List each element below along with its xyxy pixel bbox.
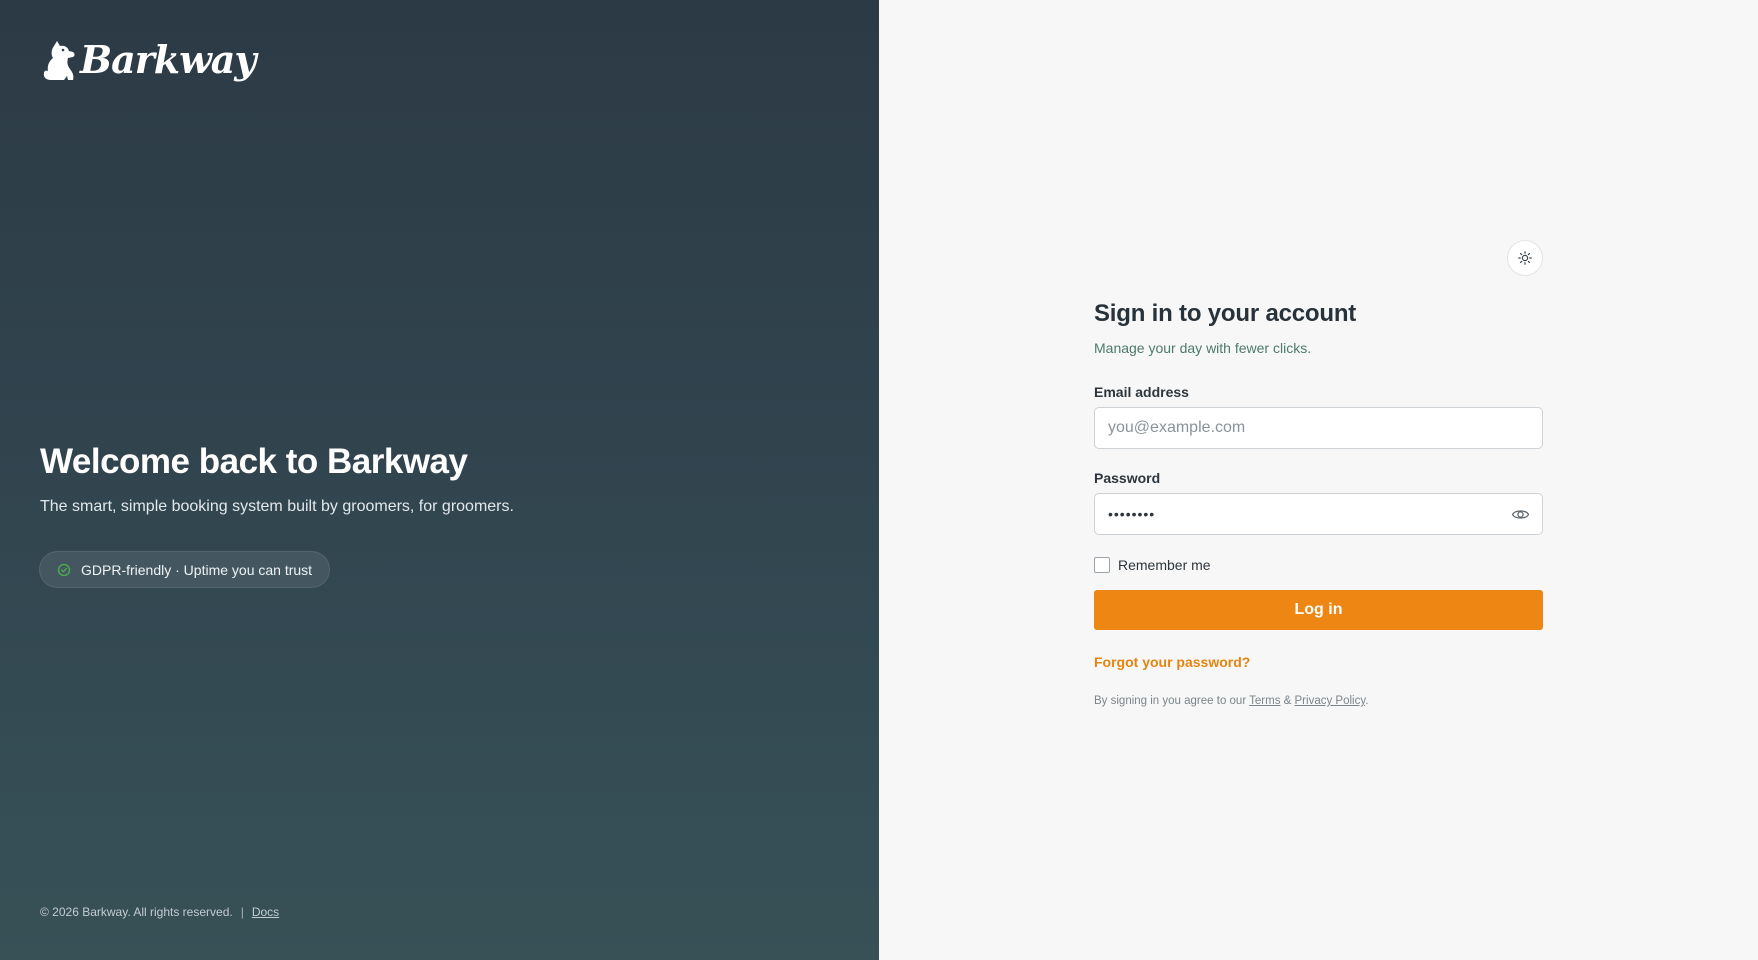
login-panel: Sign in to your account Manage your day … <box>879 0 1758 960</box>
hero-title: Welcome back to Barkway <box>40 442 468 481</box>
theme-toggle-button[interactable] <box>1507 240 1543 276</box>
login-form: Sign in to your account Manage your day … <box>1094 300 1543 707</box>
dog-icon <box>43 41 75 80</box>
legal-notice: By signing in you agree to our Terms & P… <box>1094 695 1543 707</box>
legal-suffix: . <box>1365 695 1369 707</box>
trust-badge: GDPR-friendly · Uptime you can trust <box>39 551 331 588</box>
email-field-wrapper <box>1094 407 1543 449</box>
remember-me-checkbox[interactable] <box>1094 557 1110 573</box>
show-password-button[interactable] <box>1511 506 1530 523</box>
remember-me-label[interactable]: Remember me <box>1118 557 1211 573</box>
copyright-text: © 2026 Barkway. All rights reserved. <box>40 905 233 919</box>
privacy-policy-link[interactable]: Privacy Policy <box>1295 695 1366 707</box>
form-subtitle: Manage your day with fewer clicks. <box>1094 340 1312 356</box>
login-button[interactable]: Log in <box>1094 590 1543 630</box>
trust-badge-text: GDPR-friendly · Uptime you can trust <box>81 561 313 578</box>
email-label: Email address <box>1094 384 1189 400</box>
docs-link[interactable]: Docs <box>252 905 279 919</box>
brand-name: Barkway <box>80 37 257 82</box>
hero-subtitle: The smart, simple booking system built b… <box>40 498 514 515</box>
footer-separator: | <box>240 905 244 919</box>
terms-link[interactable]: Terms <box>1249 695 1280 707</box>
brand-logo[interactable]: Barkway <box>40 37 257 82</box>
check-circle-icon <box>57 563 71 576</box>
legal-prefix: By signing in you agree to our <box>1094 695 1250 707</box>
password-label: Password <box>1094 470 1161 486</box>
eye-icon <box>1511 510 1530 519</box>
sun-icon <box>1518 251 1532 265</box>
form-title: Sign in to your account <box>1094 300 1357 327</box>
hero-panel: Barkway Welcome back to Barkway The smar… <box>0 0 879 960</box>
email-field[interactable] <box>1095 408 1542 448</box>
forgot-password-link[interactable]: Forgot your password? <box>1094 654 1250 670</box>
password-field-wrapper <box>1094 493 1543 535</box>
hero-footer: © 2026 Barkway. All rights reserved. | D… <box>40 905 279 919</box>
legal-amp: & <box>1280 695 1295 707</box>
remember-me-row: Remember me <box>1094 557 1543 573</box>
password-field[interactable] <box>1095 494 1542 534</box>
